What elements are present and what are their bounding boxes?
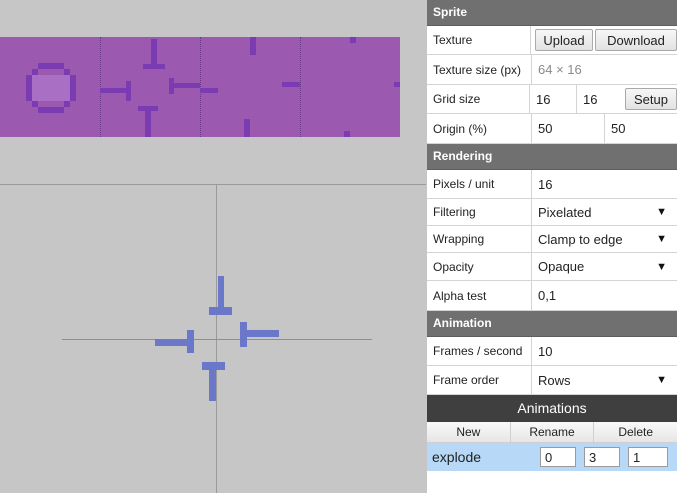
sprite-pixel bbox=[394, 82, 400, 87]
origin-x-input[interactable]: 50 bbox=[532, 114, 605, 143]
filtering-select[interactable]: Pixelated ▼ bbox=[532, 199, 677, 225]
properties-panel: Sprite Texture Upload Download Texture s… bbox=[427, 0, 677, 493]
sprite-pixel bbox=[64, 101, 70, 107]
origin-row: Origin (%) 50 50 bbox=[427, 114, 677, 144]
texture-size-value: 64 × 16 bbox=[538, 62, 582, 77]
grid-line bbox=[100, 37, 101, 137]
sprite-preview-panel bbox=[0, 0, 426, 493]
frame-order-row: Frame order Rows ▼ bbox=[427, 366, 677, 395]
end-frame-input[interactable]: 3 bbox=[584, 447, 620, 467]
sprite-pixel bbox=[100, 88, 128, 93]
chevron-down-icon: ▼ bbox=[656, 260, 667, 273]
sprite-pixel bbox=[250, 37, 256, 55]
opacity-row: Opacity Opaque ▼ bbox=[427, 253, 677, 281]
sprite-pixel bbox=[344, 131, 350, 137]
texture-row: Texture Upload Download bbox=[427, 26, 677, 55]
sprite-pixel bbox=[282, 82, 300, 87]
section-header-sprite: Sprite bbox=[427, 0, 677, 26]
grid-size-label: Grid size bbox=[427, 85, 530, 113]
sprite-pixel bbox=[151, 39, 157, 67]
ppu-row: Pixels / unit 16 bbox=[427, 170, 677, 199]
sprite-pixel bbox=[143, 64, 165, 69]
grid-line bbox=[200, 37, 201, 137]
grid-height-input[interactable]: 16 bbox=[577, 85, 621, 113]
sprite-pixel bbox=[32, 101, 38, 107]
section-header-animation: Animation bbox=[427, 311, 677, 337]
animation-list-item[interactable]: explode 0 3 1 bbox=[427, 443, 677, 471]
sprite-pixel bbox=[350, 37, 356, 43]
grid-size-row: Grid size 16 16 Setup bbox=[427, 85, 677, 114]
animations-title: Animations bbox=[427, 395, 677, 422]
alpha-test-row: Alpha test 0,1 bbox=[427, 281, 677, 311]
preview-pixel bbox=[209, 364, 216, 401]
sprite-pixel bbox=[38, 107, 64, 113]
grid-width-input[interactable]: 16 bbox=[530, 85, 577, 113]
sprite-pixel bbox=[145, 109, 151, 137]
sprite-pixel bbox=[70, 75, 76, 101]
divider bbox=[0, 184, 426, 185]
origin-y-input[interactable]: 50 bbox=[605, 114, 677, 143]
fps-input[interactable]: 10 bbox=[532, 337, 677, 365]
origin-label: Origin (%) bbox=[427, 114, 532, 143]
fps-row: Frames / second 10 bbox=[427, 337, 677, 366]
opacity-value: Opaque bbox=[538, 259, 585, 274]
preview-pixel bbox=[209, 307, 232, 315]
wrapping-select[interactable]: Clamp to edge ▼ bbox=[532, 226, 677, 252]
preview-pixel bbox=[155, 339, 189, 346]
upload-button[interactable]: Upload bbox=[535, 29, 593, 51]
setup-button[interactable]: Setup bbox=[625, 88, 677, 110]
wrapping-value: Clamp to edge bbox=[538, 231, 623, 247]
start-frame-input[interactable]: 0 bbox=[540, 447, 576, 467]
animation-name: explode bbox=[432, 449, 482, 465]
delete-animation-button[interactable]: Delete bbox=[594, 422, 677, 442]
texture-size-row: Texture size (px) 64 × 16 bbox=[427, 55, 677, 85]
alpha-test-input[interactable]: 0,1 bbox=[532, 281, 677, 310]
fps-label: Frames / second bbox=[427, 337, 532, 365]
chevron-down-icon: ▼ bbox=[656, 374, 667, 386]
rename-animation-button[interactable]: Rename bbox=[510, 422, 595, 442]
download-button[interactable]: Download bbox=[595, 29, 677, 51]
texture-sheet[interactable] bbox=[0, 37, 400, 137]
frame-order-select[interactable]: Rows ▼ bbox=[532, 366, 677, 394]
ppu-input[interactable]: 16 bbox=[532, 170, 677, 198]
sprite-pixel bbox=[200, 88, 218, 93]
preview-pixel bbox=[244, 330, 279, 337]
sprite-pixel bbox=[126, 81, 131, 101]
new-animation-button[interactable]: New bbox=[427, 422, 511, 442]
filtering-value: Pixelated bbox=[538, 204, 592, 220]
ppu-label: Pixels / unit bbox=[427, 170, 532, 198]
origin-axis-x bbox=[62, 339, 372, 340]
sprite-pixel bbox=[32, 75, 70, 101]
preview-pixel bbox=[187, 330, 194, 353]
wrapping-row: Wrapping Clamp to edge ▼ bbox=[427, 226, 677, 253]
filtering-row: Filtering Pixelated ▼ bbox=[427, 199, 677, 226]
frame-order-value: Rows bbox=[538, 372, 571, 388]
animations-toolbar: New Rename Delete bbox=[427, 422, 677, 443]
texture-label: Texture bbox=[427, 26, 531, 54]
wrapping-label: Wrapping bbox=[427, 226, 532, 252]
sprite-pixel bbox=[38, 63, 64, 69]
sprite-pixel bbox=[244, 119, 250, 137]
grid-line bbox=[300, 37, 301, 137]
alpha-test-label: Alpha test bbox=[427, 281, 532, 310]
opacity-select[interactable]: Opaque ▼ bbox=[532, 253, 677, 280]
preview-pixel bbox=[218, 276, 224, 310]
chevron-down-icon: ▼ bbox=[656, 233, 667, 245]
section-header-rendering: Rendering bbox=[427, 144, 677, 170]
chevron-down-icon: ▼ bbox=[656, 206, 667, 218]
frame-order-label: Frame order bbox=[427, 366, 532, 394]
sprite-pixel bbox=[172, 83, 200, 88]
texture-size-label: Texture size (px) bbox=[427, 55, 532, 84]
speed-input[interactable]: 1 bbox=[628, 447, 668, 467]
filtering-label: Filtering bbox=[427, 199, 532, 225]
opacity-label: Opacity bbox=[427, 253, 532, 280]
